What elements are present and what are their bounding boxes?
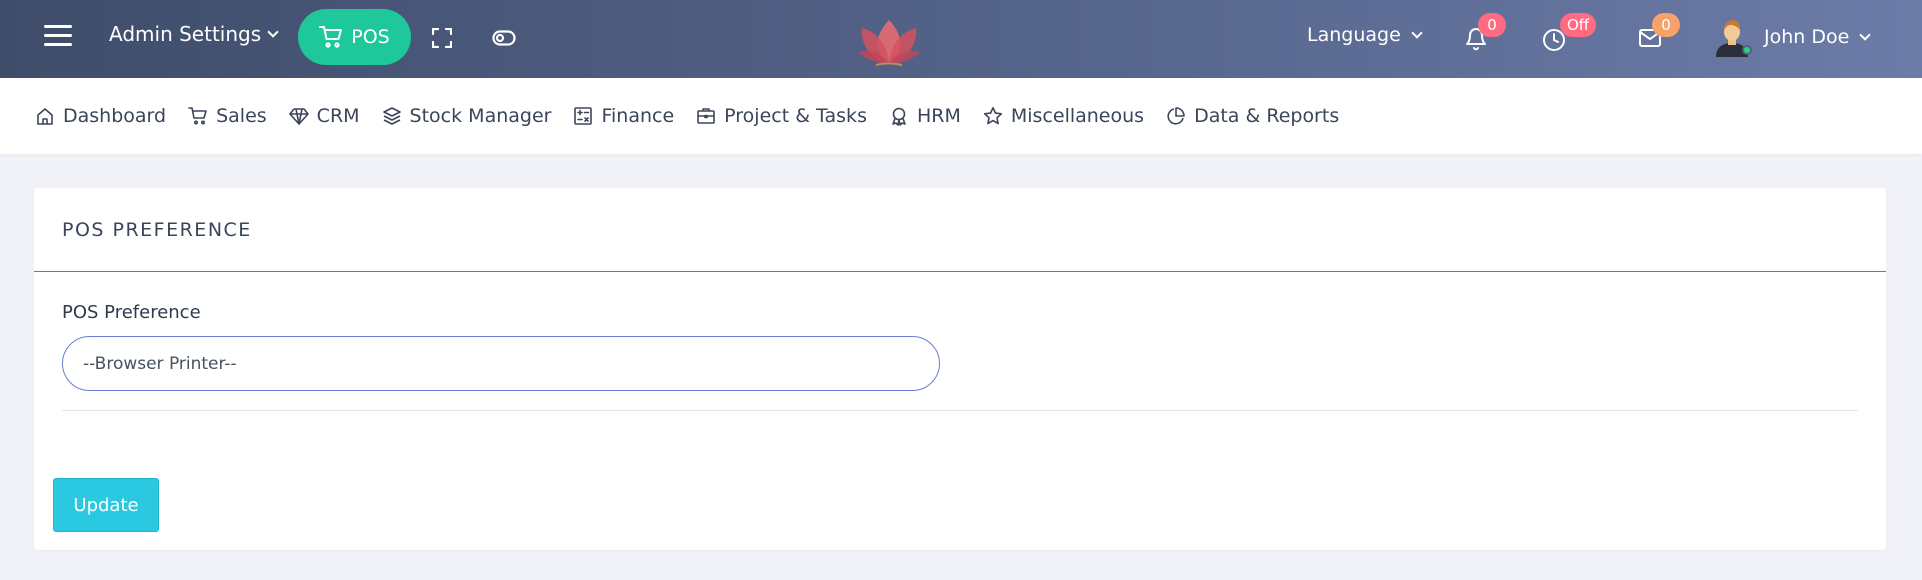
pos-label: POS bbox=[351, 26, 390, 48]
nav-item-label: HRM bbox=[916, 105, 961, 127]
online-status-indicator bbox=[1742, 45, 1752, 55]
top-header: Admin Settings POS Language 0 Off 0 John… bbox=[0, 0, 1922, 78]
messages-badge: 0 bbox=[1652, 13, 1680, 37]
chevron-down-icon bbox=[1411, 26, 1423, 39]
award-icon bbox=[892, 107, 906, 126]
pos-preference-label: POS Preference bbox=[62, 302, 201, 323]
nav-item-label: Miscellaneous bbox=[1010, 105, 1145, 127]
clock-status-badge: Off bbox=[1560, 13, 1597, 37]
nav-item-crm[interactable]: CRM bbox=[288, 105, 360, 127]
avatar bbox=[1712, 17, 1752, 57]
nav-item-sales[interactable]: Sales bbox=[188, 105, 267, 127]
chevron-down-icon bbox=[267, 25, 279, 38]
nav-item-stock-manager[interactable]: Stock Manager bbox=[382, 105, 552, 127]
nav-item-label: Finance bbox=[601, 105, 675, 127]
main-navigation: Dashboard Sales CRM Stock Manager Financ… bbox=[0, 78, 1922, 154]
admin-settings-dropdown[interactable]: Admin Settings bbox=[109, 22, 279, 46]
card-header: POS PREFERENCE bbox=[34, 188, 1886, 272]
toggle-icon[interactable] bbox=[492, 29, 516, 47]
nav-item-label: CRM bbox=[316, 105, 360, 127]
nav-item-finance[interactable]: Finance bbox=[573, 105, 674, 127]
pos-preference-selected-value: --Browser Printer-- bbox=[83, 353, 237, 374]
nav-item-label: Sales bbox=[216, 105, 267, 127]
calculator-icon bbox=[574, 107, 593, 125]
cart-icon bbox=[188, 107, 207, 125]
pos-preference-select[interactable]: --Browser Printer-- bbox=[62, 336, 940, 391]
language-label: Language bbox=[1307, 24, 1401, 46]
language-dropdown[interactable]: Language bbox=[1307, 24, 1423, 46]
user-name: John Doe bbox=[1764, 26, 1850, 48]
cart-icon bbox=[319, 26, 343, 48]
nav-item-label: Project & Tasks bbox=[724, 105, 867, 127]
lotus-logo bbox=[858, 20, 920, 66]
admin-settings-label: Admin Settings bbox=[109, 22, 262, 46]
briefcase-icon bbox=[697, 108, 715, 124]
nav-item-dashboard[interactable]: Dashboard bbox=[35, 105, 166, 127]
nav-item-hrm[interactable]: HRM bbox=[889, 105, 961, 127]
nav-item-label: Stock Manager bbox=[409, 105, 552, 127]
layers-icon bbox=[382, 107, 401, 125]
home-icon bbox=[37, 108, 53, 125]
nav-item-miscellaneous[interactable]: Miscellaneous bbox=[983, 105, 1144, 127]
pie-chart-icon bbox=[1167, 107, 1185, 125]
menu-icon[interactable] bbox=[44, 25, 72, 47]
divider bbox=[62, 410, 1858, 411]
nav-item-label: Dashboard bbox=[63, 105, 167, 127]
chevron-down-icon bbox=[1859, 28, 1871, 41]
update-button[interactable]: Update bbox=[53, 478, 159, 532]
user-menu[interactable]: John Doe bbox=[1712, 17, 1871, 57]
pos-button[interactable]: POS bbox=[298, 9, 411, 65]
card-title: POS PREFERENCE bbox=[62, 218, 252, 241]
star-icon bbox=[983, 107, 1002, 125]
nav-item-data-reports[interactable]: Data & Reports bbox=[1166, 105, 1339, 127]
diamond-icon bbox=[288, 108, 309, 125]
nav-item-label: Data & Reports bbox=[1194, 105, 1340, 127]
nav-item-project-tasks[interactable]: Project & Tasks bbox=[696, 105, 867, 127]
pos-preference-card: POS PREFERENCE POS Preference --Browser … bbox=[34, 188, 1886, 550]
notifications-badge: 0 bbox=[1478, 13, 1506, 37]
fullscreen-icon[interactable] bbox=[432, 28, 452, 48]
